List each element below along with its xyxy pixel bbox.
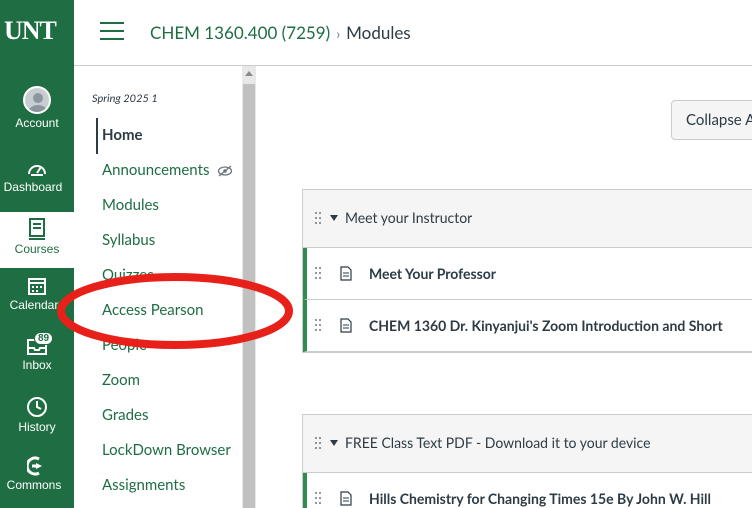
course-nav-access-pearson[interactable]: Access Pearson xyxy=(102,301,204,319)
term-label: Spring 2025 1 xyxy=(92,92,158,105)
global-nav-commons[interactable]: Commons xyxy=(0,456,74,492)
module-meet-instructor: Meet your Instructor Meet Your Professor… xyxy=(302,189,752,353)
caret-down-icon[interactable] xyxy=(330,215,338,221)
module-item-title[interactable]: CHEM 1360 Dr. Kinyanjui's Zoom Introduct… xyxy=(369,317,723,334)
active-indicator xyxy=(96,118,98,154)
breadcrumb-current: Modules xyxy=(346,22,411,43)
avatar xyxy=(23,86,51,114)
module-free-class-text: FREE Class Text PDF - Download it to you… xyxy=(302,414,752,508)
courses-icon xyxy=(29,218,45,240)
course-nav-home[interactable]: Home xyxy=(102,126,143,144)
hamburger-menu-icon[interactable] xyxy=(100,22,124,42)
global-nav-courses[interactable]: Courses xyxy=(0,218,74,256)
breadcrumb: CHEM 1360.400 (7259) › Modules xyxy=(150,22,411,43)
dashboard-icon xyxy=(28,165,46,176)
history-icon xyxy=(27,397,47,417)
course-nav: Spring 2025 1 Home Announcements Modules… xyxy=(74,66,258,508)
global-nav-label: Calendar xyxy=(9,298,59,312)
course-nav-assignments[interactable]: Assignments xyxy=(102,476,185,494)
global-nav-label: History xyxy=(18,420,56,434)
module-item[interactable]: Hills Chemistry for Changing Times 15e B… xyxy=(303,473,752,508)
module-title: Meet your Instructor xyxy=(345,209,473,226)
global-nav: UNT Account Dashboard Courses Calendar 8… xyxy=(0,0,74,508)
breadcrumb-course-link[interactable]: CHEM 1360.400 (7259) xyxy=(150,22,330,43)
global-nav-label: Courses xyxy=(14,242,60,256)
global-nav-label: Account xyxy=(15,116,59,130)
module-item[interactable]: Meet Your Professor xyxy=(303,248,752,300)
global-nav-label: Dashboard xyxy=(3,180,63,194)
drag-handle-icon[interactable] xyxy=(315,212,323,226)
caret-down-icon[interactable] xyxy=(330,440,338,446)
drag-handle-icon[interactable] xyxy=(315,319,323,333)
collapse-all-button[interactable]: Collapse All xyxy=(671,100,752,140)
global-nav-dashboard[interactable]: Dashboard xyxy=(0,160,74,194)
global-nav-label: Commons xyxy=(6,478,62,492)
module-header[interactable]: Meet your Instructor xyxy=(303,190,752,248)
course-nav-syllabus[interactable]: Syllabus xyxy=(102,231,155,249)
inbox-badge: 89 xyxy=(34,332,54,345)
course-nav-label: Announcements xyxy=(102,161,210,179)
unt-logo[interactable]: UNT xyxy=(0,16,74,46)
course-nav-announcements[interactable]: Announcements xyxy=(102,161,233,179)
course-nav-lockdown-browser[interactable]: LockDown Browser xyxy=(102,441,231,459)
page-icon xyxy=(340,266,352,281)
page-header: CHEM 1360.400 (7259) › Modules xyxy=(74,0,752,66)
page-icon xyxy=(340,491,352,506)
drag-handle-icon[interactable] xyxy=(315,267,323,281)
drag-handle-icon[interactable] xyxy=(315,437,323,451)
course-nav-grades[interactable]: Grades xyxy=(102,406,148,424)
page-icon xyxy=(340,318,352,333)
global-nav-history[interactable]: History xyxy=(0,396,74,434)
course-nav-modules[interactable]: Modules xyxy=(102,196,159,214)
module-item-title[interactable]: Meet Your Professor xyxy=(369,265,496,282)
hidden-eye-icon xyxy=(218,165,233,177)
module-title: FREE Class Text PDF - Download it to you… xyxy=(345,434,651,451)
course-nav-people[interactable]: People xyxy=(102,336,147,354)
global-nav-account[interactable]: Account xyxy=(0,86,74,130)
scrollbar-thumb[interactable] xyxy=(243,84,255,508)
global-nav-calendar[interactable]: Calendar xyxy=(0,276,74,312)
module-item-title[interactable]: Hills Chemistry for Changing Times 15e B… xyxy=(369,490,711,507)
drag-handle-icon[interactable] xyxy=(315,492,323,506)
course-nav-quizzes[interactable]: Quizzes xyxy=(102,266,154,284)
course-nav-zoom[interactable]: Zoom xyxy=(102,371,140,389)
scroll-up-arrow-icon[interactable] xyxy=(242,66,256,82)
module-item[interactable]: CHEM 1360 Dr. Kinyanjui's Zoom Introduct… xyxy=(303,300,752,352)
breadcrumb-separator: › xyxy=(336,25,341,42)
commons-icon xyxy=(27,456,42,476)
global-nav-inbox[interactable]: 89 Inbox xyxy=(0,332,74,372)
global-nav-label: Inbox xyxy=(22,358,52,372)
module-header[interactable]: FREE Class Text PDF - Download it to you… xyxy=(303,415,752,473)
calendar-icon xyxy=(28,278,46,295)
